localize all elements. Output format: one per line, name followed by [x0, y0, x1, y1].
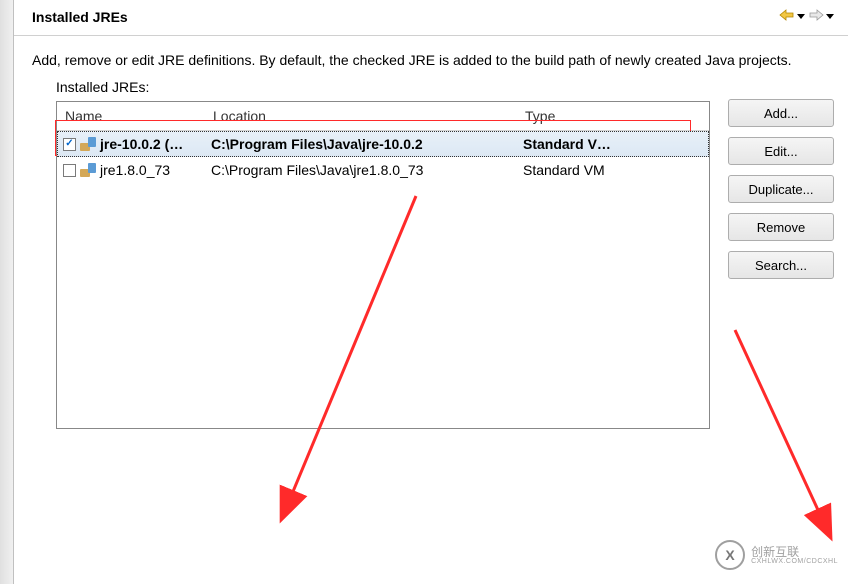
arrow-left-icon [778, 8, 796, 25]
col-type[interactable]: Type [517, 102, 709, 130]
edit-button[interactable]: Edit... [728, 137, 834, 165]
jre-type: Standard VM [517, 162, 709, 178]
table-label: Installed JREs: [56, 79, 710, 95]
watermark-brand: 创新互联 [751, 546, 838, 558]
jre-name: jre-10.0.2 (… [100, 136, 183, 152]
duplicate-button[interactable]: Duplicate... [728, 175, 834, 203]
description: Add, remove or edit JRE definitions. By … [14, 36, 848, 79]
watermark-sub: CXHLWX.COM/CDCXHL [751, 558, 838, 565]
nav-arrows [778, 8, 834, 25]
back-button[interactable] [778, 8, 805, 25]
jre-icon [80, 137, 96, 151]
header: Installed JREs [14, 0, 848, 36]
col-name[interactable]: Name [57, 102, 205, 130]
watermark-logo-icon: X [715, 540, 745, 570]
remove-button[interactable]: Remove [728, 213, 834, 241]
page-title: Installed JREs [32, 9, 128, 25]
jre-location: C:\Program Files\Java\jre-10.0.2 [205, 136, 517, 152]
table-row[interactable]: ✓ jre-10.0.2 (… C:\Program Files\Java\jre-… [57, 131, 709, 157]
search-button[interactable]: Search... [728, 251, 834, 279]
add-button[interactable]: Add... [728, 99, 834, 127]
jre-table: Name Location Type ✓ jre-10.0.2 (… C:\Prog… [56, 101, 710, 429]
checkbox[interactable]: ✓ [63, 138, 76, 151]
table-row[interactable]: jre1.8.0_73 C:\Program Files\Java\jre1.8.… [57, 157, 709, 183]
jre-type: Standard V… [517, 136, 709, 152]
jre-name: jre1.8.0_73 [100, 162, 170, 178]
watermark: X 创新互联 CXHLWX.COM/CDCXHL [715, 540, 838, 570]
chevron-down-icon [826, 14, 834, 19]
left-gutter [0, 0, 14, 584]
jre-icon [80, 163, 96, 177]
chevron-down-icon [797, 14, 805, 19]
forward-button[interactable] [807, 8, 834, 25]
arrow-right-icon [807, 8, 825, 25]
jre-location: C:\Program Files\Java\jre1.8.0_73 [205, 162, 517, 178]
checkbox[interactable] [63, 164, 76, 177]
table-header: Name Location Type [57, 102, 709, 131]
col-location[interactable]: Location [205, 102, 517, 130]
